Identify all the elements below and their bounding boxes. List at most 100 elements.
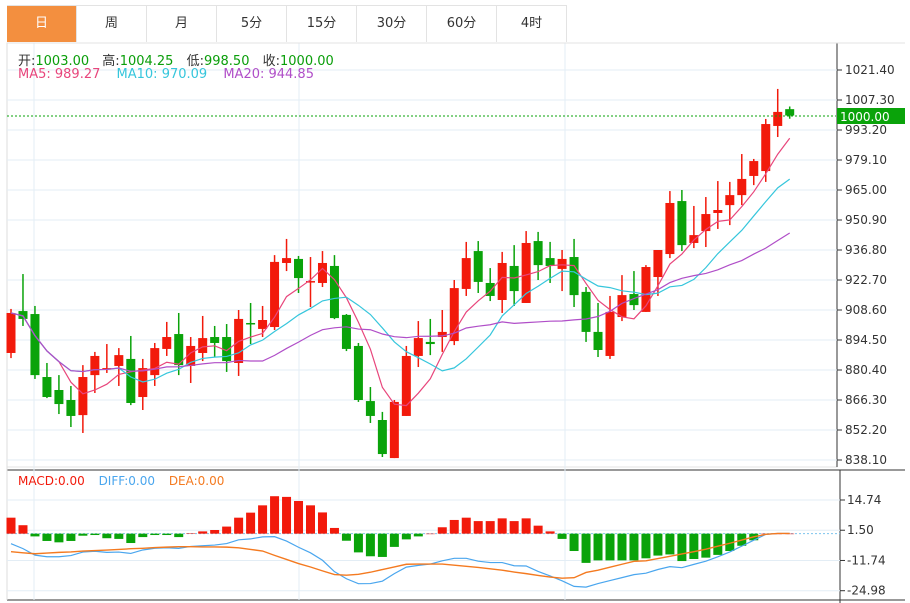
candle [701,197,711,248]
candle [258,305,268,338]
candle-body [365,401,375,416]
candle-body [545,258,555,266]
tab-30min[interactable]: 30分 [357,6,427,42]
macd-bar [18,525,28,534]
dea-value: DEA:0.00 [168,474,225,488]
macd-bar [258,505,268,534]
candles [6,88,795,459]
candle [90,351,100,393]
macd-bar [365,533,375,557]
tab-day[interactable]: 日 [7,6,77,42]
macd-bar [569,533,579,552]
candle [749,158,759,186]
candle [629,271,639,310]
macd-bar [509,521,519,534]
candle [617,275,627,322]
candle-body [6,312,16,353]
candle [294,255,304,293]
macd-bar [162,533,172,536]
kline-chart-widget: 14.74 1.50 -11.74 -24.98 1021.40 1007.30 993.… [0,0,910,603]
candle-body [557,258,567,269]
price-tick-label: 993.20 [845,123,887,137]
price-tick-label: 908.60 [845,303,887,317]
macd-bar [533,525,543,534]
candle [509,245,519,306]
candle [677,190,687,252]
macd-bar [425,533,435,535]
macd-bar [329,527,339,534]
candle-body [761,124,771,172]
price-tick-label: 894.50 [845,333,887,347]
candle [689,205,699,249]
macd-bar [150,533,160,536]
candle-body [377,420,387,455]
candle-body [425,341,435,345]
candle [425,318,435,356]
candle-body [90,355,100,376]
candle-body [581,291,591,332]
macd-bar [90,533,100,536]
candle-body [198,338,208,353]
candle-body [713,210,723,213]
candle-body [461,258,471,289]
candle-body [162,337,172,349]
macd-bar [234,517,244,534]
macd-bar [677,533,687,562]
candle-body [150,348,160,376]
candle [665,191,675,259]
candle [389,400,399,459]
macd-bar [210,530,220,534]
candle-body [246,322,256,325]
candle-body [701,214,711,232]
chart-canvas[interactable]: 14.74 1.50 -11.74 -24.98 1021.40 1007.30 993.… [0,0,910,603]
candle-body [210,337,220,343]
candle-body [533,241,543,266]
macd-bar [341,533,351,541]
tab-5min[interactable]: 5分 [217,6,287,42]
tab-15min[interactable]: 15分 [287,6,357,42]
candle-body [593,331,603,350]
tab-month[interactable]: 月 [147,6,217,42]
macd-bar [138,533,148,538]
tab-4hour[interactable]: 4时 [497,6,567,42]
candle-body [126,358,136,403]
candle [569,238,579,308]
macd-bar [174,533,184,538]
candle [725,181,735,226]
candle [162,321,172,356]
candle [198,315,208,362]
price-tick-label: 880.40 [845,363,887,377]
candle-body [725,195,735,206]
macd-bar [545,531,555,534]
macd-bar [353,533,363,553]
macd-tick-label: -24.98 [847,584,886,598]
tab-60min[interactable]: 60分 [427,6,497,42]
macd-bar [377,533,387,557]
macd-bar [485,521,495,534]
macd-bar [473,521,483,534]
macd-bar [497,518,507,534]
candle [593,302,603,358]
macd-bar [6,517,16,534]
macd-bar [593,533,603,561]
candle-body [401,355,411,416]
macd-bar [653,533,663,556]
candle-body [473,251,483,282]
macd-bar [306,505,315,534]
candle-body [78,377,88,416]
candle-body [54,390,64,405]
tab-week[interactable]: 周 [77,6,147,42]
candle-body [258,320,268,329]
current-price-label: 1000.00 [840,110,890,124]
candle-body [785,109,795,116]
candle-body [677,201,687,246]
candle-body [389,401,399,459]
macd-bar [413,533,423,537]
price-tick-label: 866.30 [845,393,887,407]
candle [413,321,423,368]
candle [449,280,459,346]
macd-bar [198,531,208,534]
candle-body [341,314,351,349]
candle [66,385,76,428]
macd-bar [126,533,136,544]
